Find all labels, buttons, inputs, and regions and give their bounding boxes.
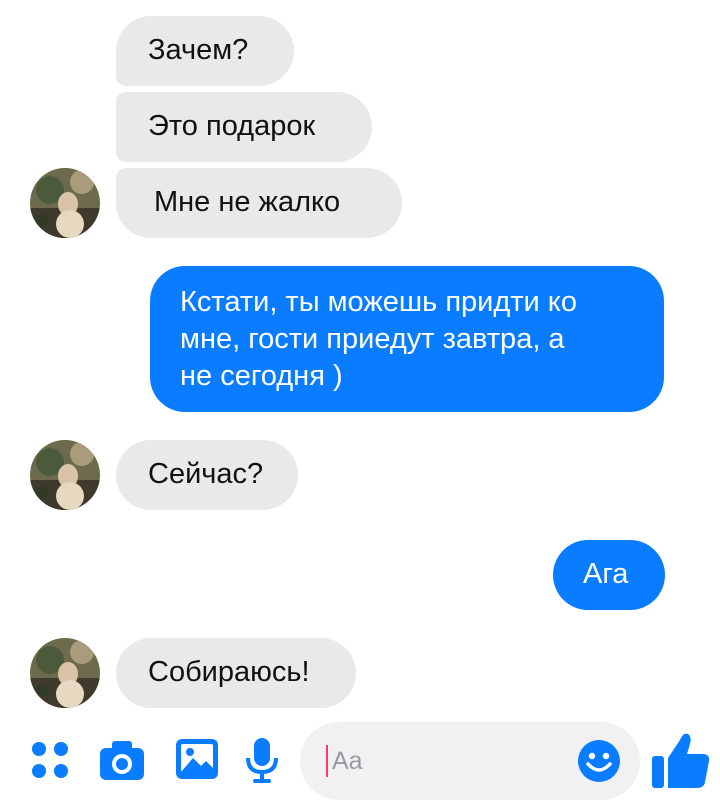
message-text-line: не сегодня ): [180, 360, 343, 392]
outgoing-message[interactable]: Кстати, ты можешь придти ко мне, гости п…: [150, 266, 664, 412]
gallery-icon[interactable]: [174, 736, 220, 782]
emoji-icon[interactable]: [576, 738, 622, 784]
contact-avatar[interactable]: [30, 168, 100, 238]
incoming-message[interactable]: Зачем?: [116, 16, 294, 86]
message-input-placeholder: Aa: [332, 747, 363, 775]
contact-avatar[interactable]: [30, 440, 100, 510]
contact-avatar[interactable]: [30, 638, 100, 708]
more-apps-icon[interactable]: [30, 740, 70, 780]
outgoing-message[interactable]: Ага: [553, 540, 665, 610]
text-cursor: [326, 745, 328, 777]
message-text: Это подарок: [148, 110, 316, 142]
microphone-icon[interactable]: [244, 736, 280, 784]
camera-icon[interactable]: [98, 738, 146, 782]
message-text: Ага: [583, 558, 629, 590]
message-text: Сейчас?: [148, 458, 264, 490]
message-text: Собираюсь!: [148, 656, 310, 688]
incoming-message[interactable]: Собираюсь!: [116, 638, 356, 708]
incoming-message[interactable]: Мне не жалко: [116, 168, 402, 238]
thumbs-up-icon[interactable]: [650, 728, 712, 790]
message-text-line: мне, гости приедут завтра, а: [180, 323, 565, 355]
message-text-line: Кстати, ты можешь придти ко: [180, 286, 577, 318]
message-text: Мне не жалко: [154, 186, 341, 218]
incoming-message[interactable]: Это подарок: [116, 92, 372, 162]
message-text: Зачем?: [148, 34, 249, 66]
incoming-message[interactable]: Сейчас?: [116, 440, 298, 510]
